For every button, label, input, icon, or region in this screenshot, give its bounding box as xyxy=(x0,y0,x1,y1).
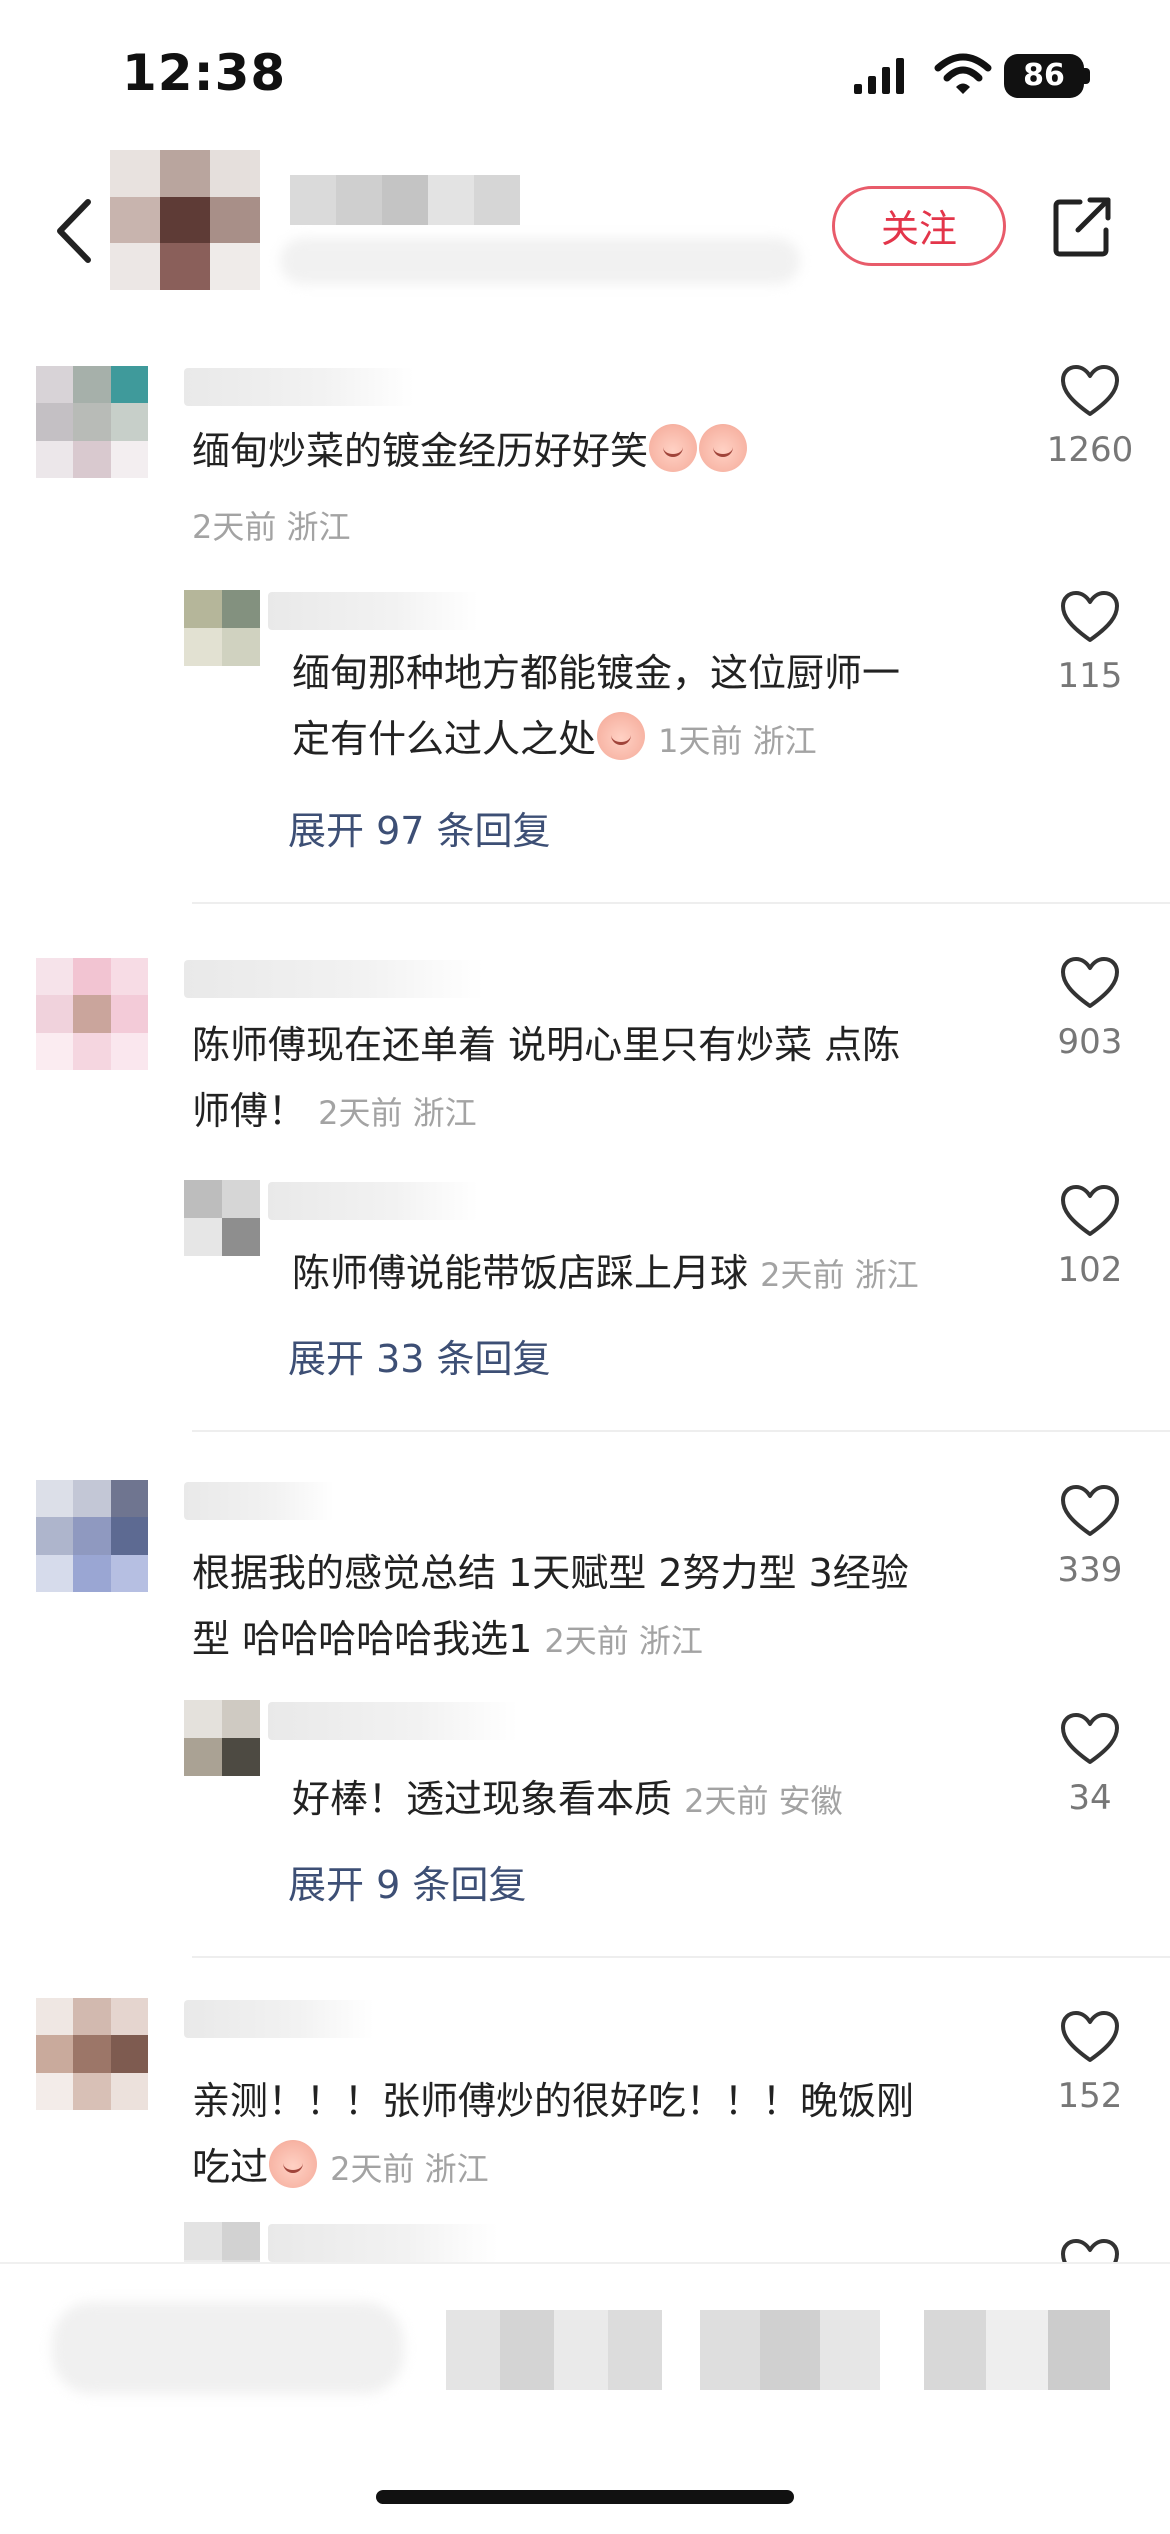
commenter-name-blurred[interactable] xyxy=(184,960,484,998)
author-name-blurred[interactable] xyxy=(290,175,520,225)
reply-avatar[interactable] xyxy=(184,1180,260,1256)
heart-icon[interactable] xyxy=(1060,364,1120,418)
comment-text: 缅甸炒菜的镀金经历好好笑 xyxy=(192,418,1042,484)
like-count: 102 xyxy=(1057,1250,1123,1290)
heart-icon[interactable] xyxy=(1060,2010,1120,2064)
heart-icon[interactable] xyxy=(1060,590,1120,644)
commenter-avatar[interactable] xyxy=(36,1480,148,1592)
author-subtitle-blurred xyxy=(280,238,800,284)
like-action-blurred[interactable] xyxy=(446,2310,662,2390)
cellular-signal-icon xyxy=(854,58,904,94)
comment-text: 陈师傅现在还单着 说明心里只有炒菜 点陈 师傅！ 2天前 浙江 xyxy=(192,1023,901,1133)
comment-meta: 2天前 浙江 xyxy=(192,508,351,546)
commenter-name-blurred[interactable] xyxy=(184,368,414,406)
expand-replies-link[interactable]: 展开 97 条回复 xyxy=(288,800,551,855)
expand-replies-link[interactable]: 展开 9 条回复 xyxy=(288,1854,526,1909)
reply-name-blurred[interactable] xyxy=(268,2224,498,2262)
commenter-name-blurred[interactable] xyxy=(184,2000,374,2038)
comment-text: 亲测！！！张师傅炒的很好吃！！！晚饭刚 吃过 2天前 浙江 xyxy=(192,2079,915,2189)
like-count: 152 xyxy=(1057,2076,1123,2116)
author-avatar[interactable] xyxy=(110,150,260,290)
divider xyxy=(192,1956,1170,1958)
heart-icon[interactable] xyxy=(1060,1184,1120,1238)
reply-text: 好棒！透过现象看本质 2天前 安徽 xyxy=(292,1777,843,1821)
divider xyxy=(192,902,1170,904)
like-count: 339 xyxy=(1057,1550,1123,1590)
reply-name-blurred[interactable] xyxy=(268,592,478,630)
commenter-avatar[interactable] xyxy=(36,1998,148,2110)
like-count: 1260 xyxy=(1046,430,1134,470)
home-indicator xyxy=(376,2490,794,2504)
reply-name-blurred[interactable] xyxy=(268,1702,518,1740)
status-time: 12:38 xyxy=(122,44,287,102)
like-count: 903 xyxy=(1057,1022,1123,1062)
back-arrow-icon[interactable] xyxy=(52,196,96,266)
smiling-emoji-icon xyxy=(597,712,646,760)
comment-input-blurred[interactable] xyxy=(52,2302,404,2394)
heart-icon[interactable] xyxy=(1060,956,1120,1010)
crying-laugh-emoji-icon xyxy=(699,424,748,472)
reply-text: 缅甸那种地方都能镀金，这位厨师一 定有什么过人之处 1天前 浙江 xyxy=(292,651,901,761)
share-icon[interactable] xyxy=(1050,194,1114,260)
divider xyxy=(192,1430,1170,1432)
collect-action-blurred[interactable] xyxy=(700,2310,880,2390)
comment-text: 根据我的感觉总结 1天赋型 2努力型 3经验 型 哈哈哈哈哈我选1 2天前 浙江 xyxy=(192,1551,909,1661)
laughing-emoji-icon xyxy=(269,2140,318,2188)
like-count: 34 xyxy=(1068,1778,1112,1818)
commenter-avatar[interactable] xyxy=(36,958,148,1070)
battery-indicator: 86 xyxy=(1004,54,1084,98)
reply-name-blurred[interactable] xyxy=(268,1182,478,1220)
reply-avatar[interactable] xyxy=(184,590,260,666)
like-count: 115 xyxy=(1057,656,1123,696)
commenter-avatar[interactable] xyxy=(36,366,148,478)
heart-icon[interactable] xyxy=(1060,1712,1120,1766)
wifi-icon xyxy=(934,53,992,94)
reply-avatar[interactable] xyxy=(184,1700,260,1776)
heart-icon[interactable] xyxy=(1060,1484,1120,1538)
follow-button[interactable]: 关注 xyxy=(832,186,1006,266)
crying-laugh-emoji-icon xyxy=(649,424,698,472)
reply-text: 陈师傅说能带饭店踩上月球 2天前 浙江 xyxy=(292,1251,919,1295)
expand-replies-link[interactable]: 展开 33 条回复 xyxy=(288,1328,551,1383)
battery-nub xyxy=(1084,68,1090,84)
commenter-name-blurred[interactable] xyxy=(184,1482,334,1520)
comment-count-action-blurred[interactable] xyxy=(924,2310,1110,2390)
